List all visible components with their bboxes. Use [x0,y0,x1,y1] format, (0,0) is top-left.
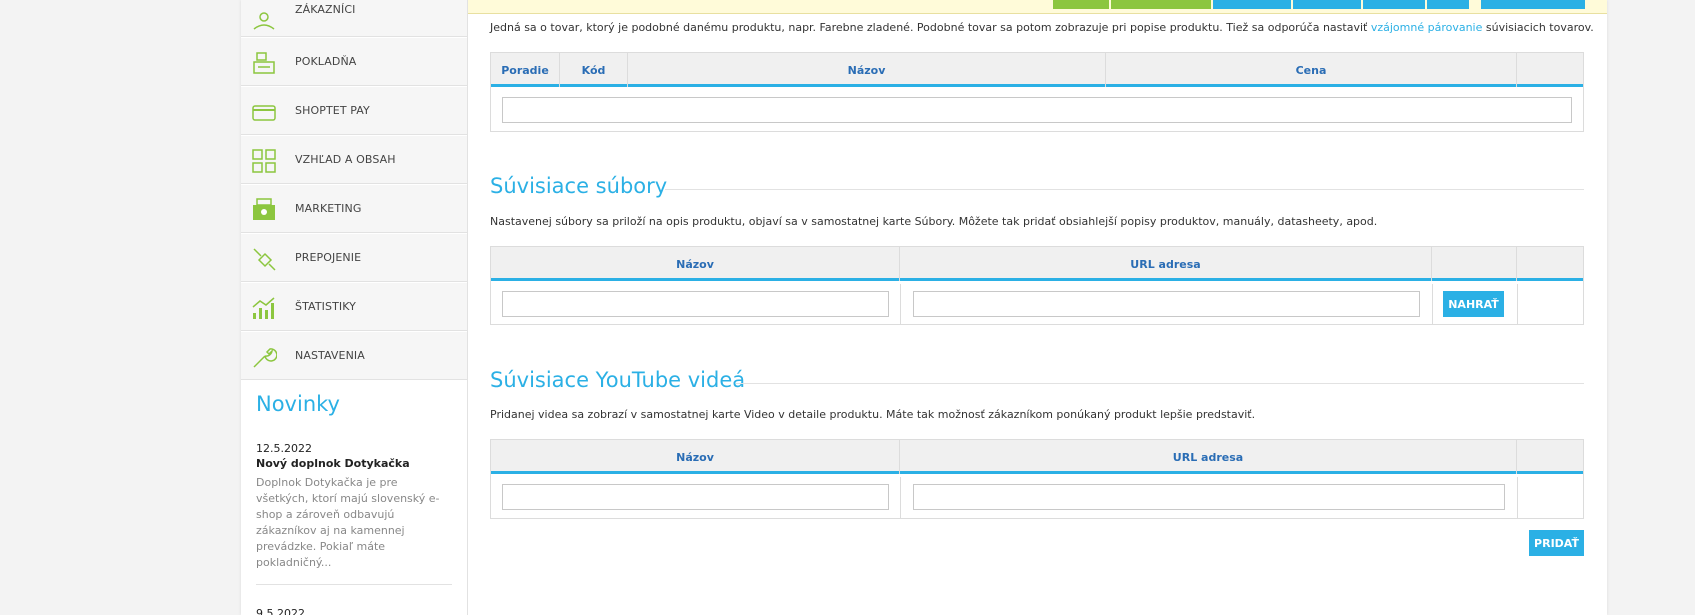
sidebar-item-statistics[interactable]: ŠTATISTIKY [241,283,467,331]
sidebar-item-label: PREPOJENIE [295,251,362,264]
news-excerpt: Doplnok Dotykačka je pre všetkých, ktorí… [256,476,440,569]
sidebar: ZÁKAZNÍCI POKLADŇA SHOPTET PAY VZHĽAD A … [241,0,468,615]
file-name-input[interactable] [502,291,889,317]
video-url-input[interactable] [913,484,1505,510]
cell-divider [1432,284,1433,324]
sidebar-item-label: SHOPTET PAY [295,104,370,117]
related-videos-description: Pridanej videa sa zobrazí v samostatnej … [490,408,1256,421]
sidebar-item-appearance[interactable]: VZHĽAD A OBSAH [241,136,467,184]
video-name-input[interactable] [502,484,889,510]
megaphone-icon [253,198,275,220]
cell-divider [1517,477,1518,518]
similar-products-table: Poradie Kód Názov Cena [490,52,1584,132]
mutual-pairing-link[interactable]: vzájomné párovanie [1371,21,1483,34]
section-divider [736,383,1584,384]
customers-icon [253,12,275,30]
sidebar-item-marketing[interactable]: MARKETING [241,185,467,233]
column-header-upload [1432,247,1517,281]
layout-grid-icon [252,149,276,173]
bar-chart-icon [252,297,275,319]
section-divider [665,189,1584,190]
toolbar-blue-button-4[interactable] [1427,0,1469,9]
toolbar-green-button-2[interactable] [1111,0,1211,9]
column-header-price: Cena [1106,53,1517,87]
file-url-input[interactable] [913,291,1420,317]
sidebar-item-label: ŠTATISTIKY [295,300,356,313]
column-header-actions [1517,53,1584,87]
plug-icon [253,248,276,271]
cell-divider [900,284,901,324]
related-videos-title: Súvisiace YouTube videá [490,368,746,392]
news-title: Novinky [256,392,340,416]
toolbar-blue-button-3[interactable] [1363,0,1425,9]
sidebar-item-label: MARKETING [295,202,362,215]
related-files-title: Súvisiace súbory [490,174,668,198]
wrench-icon [253,348,277,368]
cash-register-icon [253,52,275,74]
sidebar-item-shoptet-pay[interactable]: SHOPTET PAY [241,87,467,135]
table-header: Názov URL adresa [491,440,1583,474]
table-header: Poradie Kód Názov Cena [491,53,1583,87]
similar-products-description: Jedná sa o tovar, ktorý je podobné daném… [490,21,1594,34]
column-header-actions [1517,247,1584,281]
news-divider [256,584,452,585]
column-header-order: Poradie [491,53,560,87]
cell-divider [1517,284,1518,324]
sidebar-item-cash-register[interactable]: POKLADŇA [241,38,467,86]
sidebar-item-label: ZÁKAZNÍCI [295,3,356,16]
column-header-name: Názov [628,53,1106,87]
column-header-name: Názov [491,440,900,474]
column-header-url: URL adresa [900,247,1432,281]
sidebar-item-label: POKLADŇA [295,55,357,68]
page: ZÁKAZNÍCI POKLADŇA SHOPTET PAY VZHĽAD A … [241,0,1607,615]
upload-button[interactable]: NAHRAŤ [1443,291,1504,317]
sidebar-item-connections[interactable]: PREPOJENIE [241,234,467,282]
related-videos-table: Názov URL adresa [490,439,1584,519]
related-files-table: Názov URL adresa NAHRAŤ [490,246,1584,325]
sidebar-item-label: VZHĽAD A OBSAH [295,153,396,166]
column-header-url: URL adresa [900,440,1517,474]
sidebar-item-label: NASTAVENIA [295,349,365,362]
credit-card-icon [252,105,276,121]
table-header: Názov URL adresa [491,247,1583,281]
toolbar-green-button-1[interactable] [1053,0,1109,9]
toolbar-blue-button-5[interactable] [1481,0,1585,9]
column-header-actions [1517,440,1584,474]
news-headline[interactable]: Nový doplnok Dotykačka [256,457,410,470]
cell-divider [900,477,901,518]
sidebar-item-settings[interactable]: NASTAVENIA [241,332,467,380]
toolbar-blue-button-2[interactable] [1293,0,1361,9]
toolbar-blue-button-1[interactable] [1213,0,1291,9]
news-date: 12.5.2022 [256,442,312,455]
news-date: 9.5.2022 [256,607,305,615]
add-video-button[interactable]: PRIDAŤ [1529,530,1584,556]
column-header-code: Kód [560,53,628,87]
related-files-description: Nastavenej súbory sa priloží na opis pro… [490,215,1378,228]
similar-product-search-input[interactable] [502,97,1572,123]
column-header-name: Názov [491,247,900,281]
sidebar-item-customers[interactable]: ZÁKAZNÍCI [241,0,467,37]
